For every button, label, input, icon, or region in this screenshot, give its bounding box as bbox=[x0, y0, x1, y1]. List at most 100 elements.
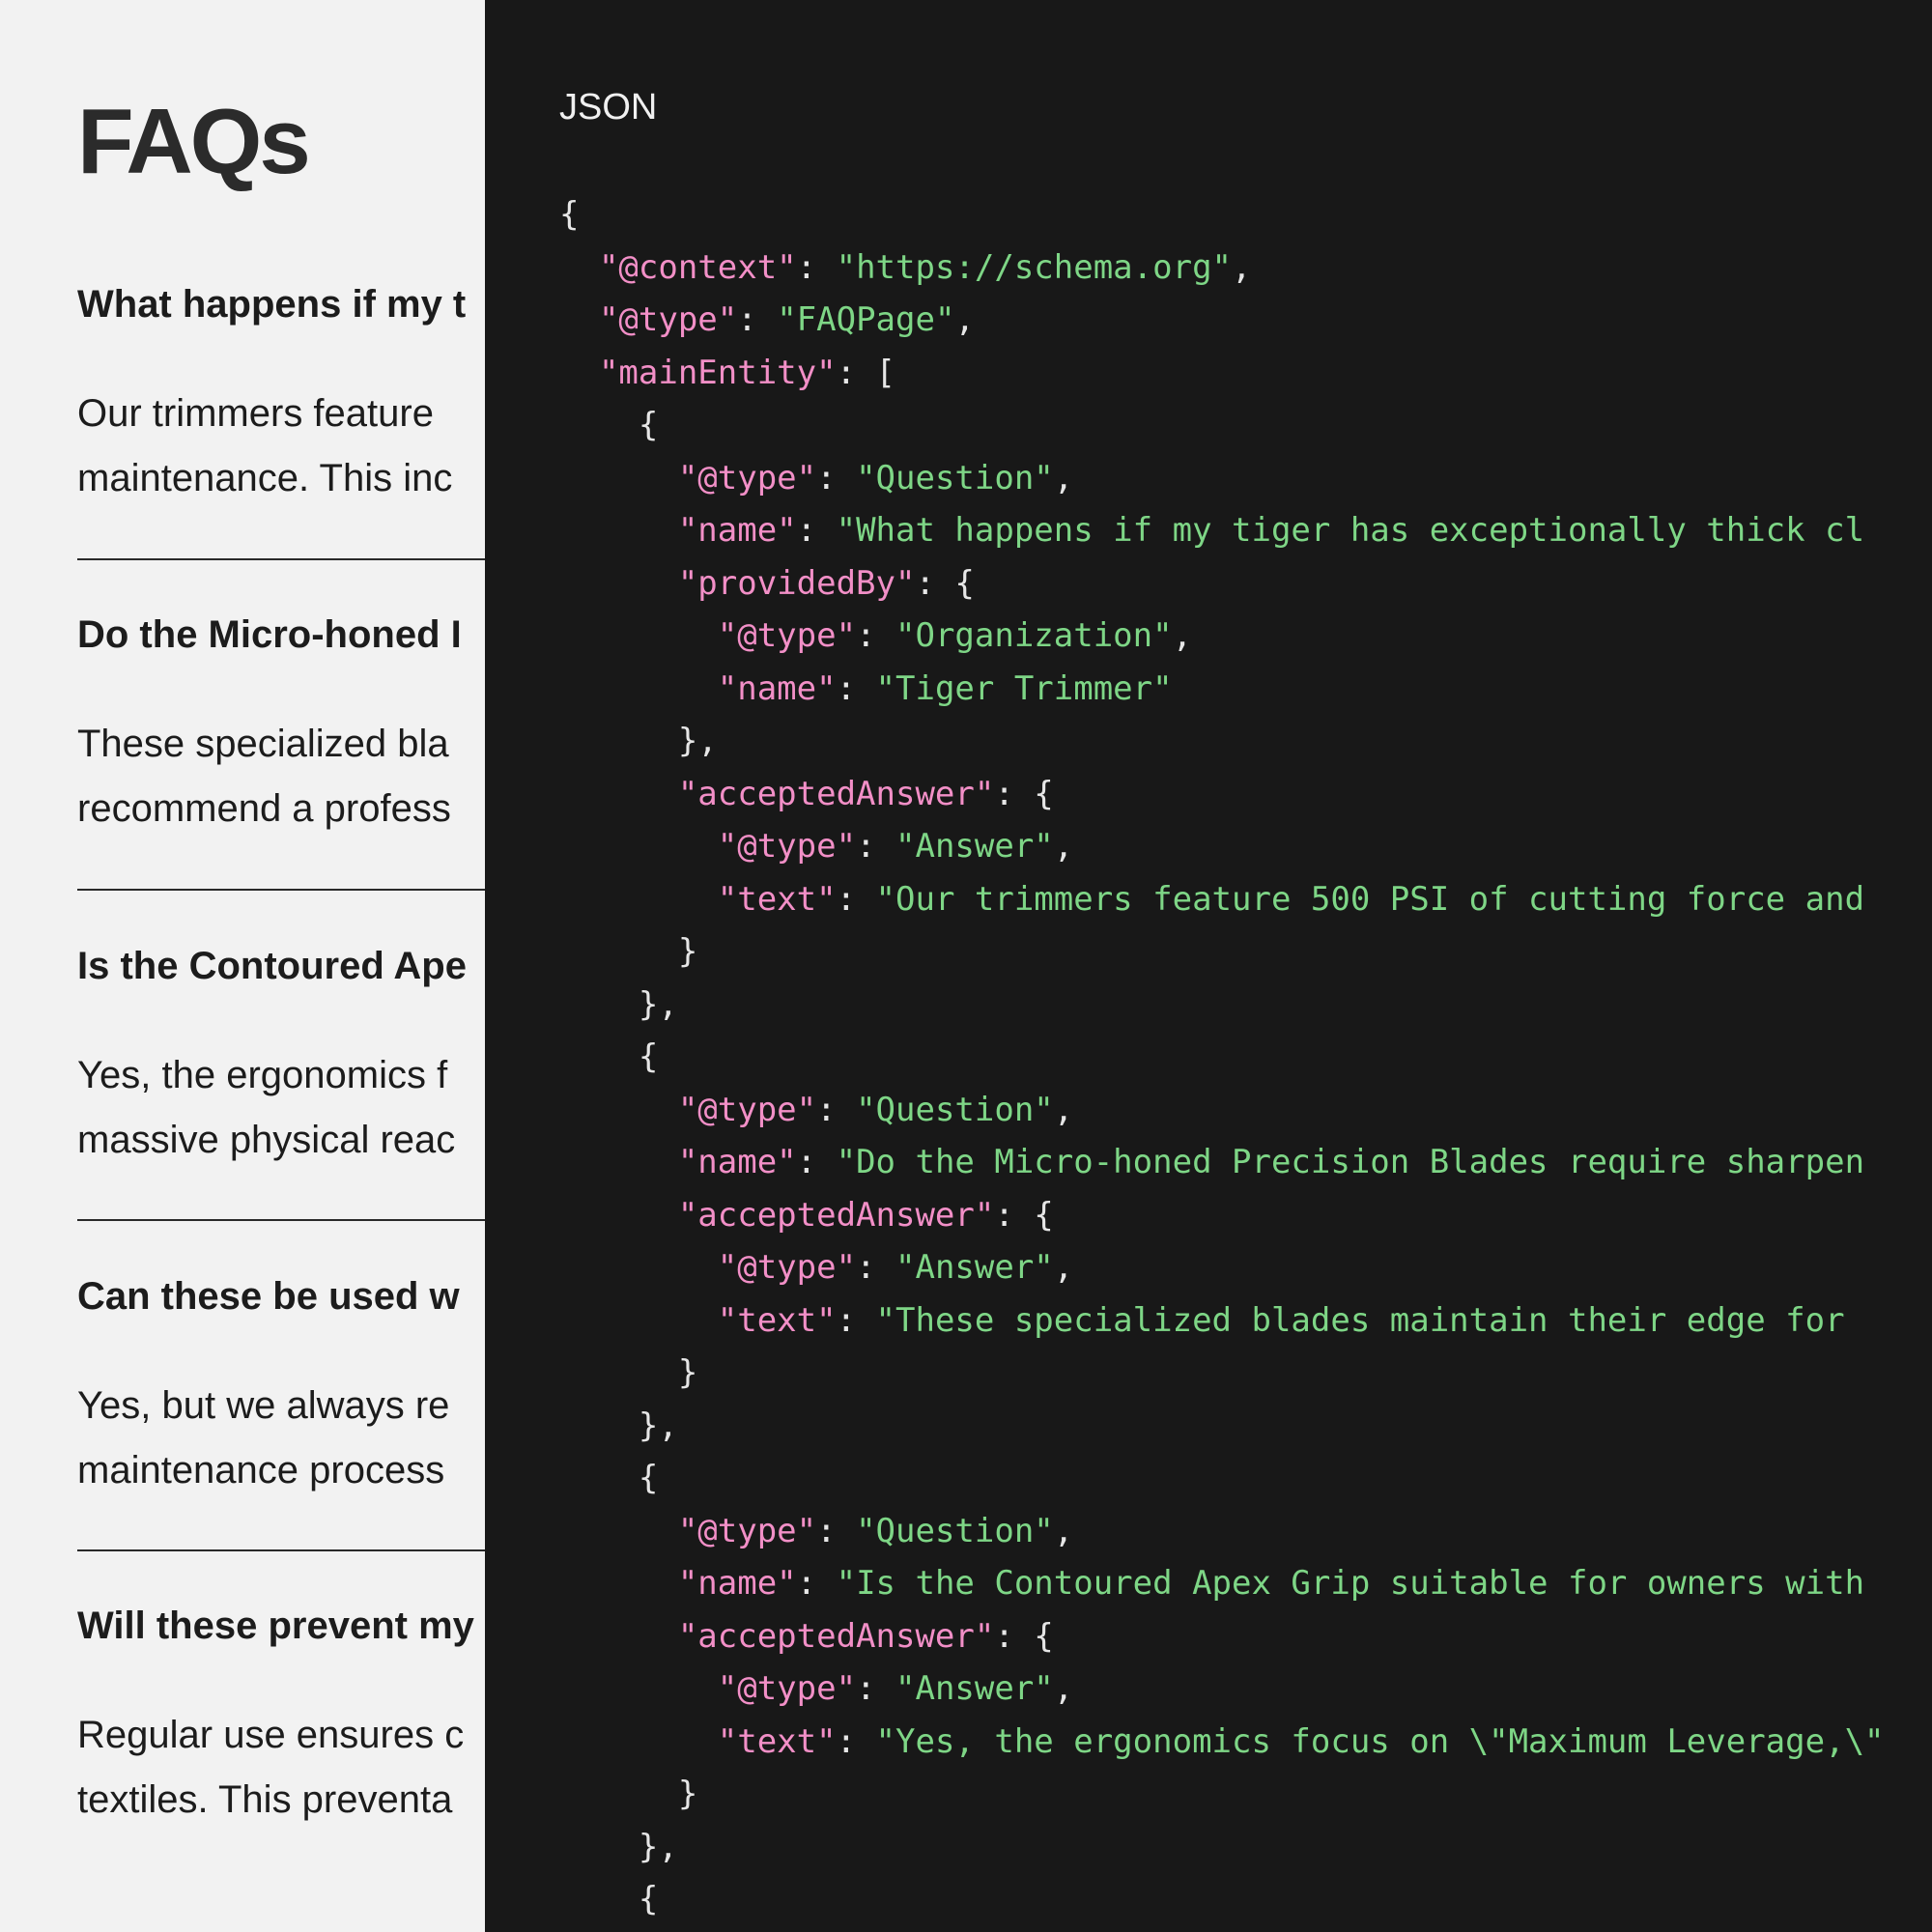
json-punctuation bbox=[559, 1196, 678, 1235]
json-key: "@context" bbox=[598, 247, 797, 287]
json-key: "mainEntity" bbox=[598, 353, 837, 392]
json-punctuation bbox=[559, 300, 599, 339]
faq-divider bbox=[77, 558, 485, 560]
json-key: "@type" bbox=[717, 616, 857, 655]
json-string: "Organization" bbox=[895, 616, 1173, 655]
json-string: "FAQPage" bbox=[777, 300, 955, 339]
faq-question[interactable]: Do the Micro-honed I bbox=[77, 611, 485, 659]
faq-divider bbox=[77, 1549, 485, 1551]
json-punctuation: , bbox=[1053, 1090, 1074, 1129]
code-line: { bbox=[559, 1031, 1885, 1084]
json-punctuation: : [ bbox=[836, 353, 896, 392]
faq-question[interactable]: Will these prevent my bbox=[77, 1602, 485, 1650]
faq-answer-line: textiles. This preventa bbox=[77, 1778, 453, 1821]
json-punctuation: : bbox=[856, 827, 896, 866]
json-punctuation bbox=[559, 1722, 718, 1761]
json-punctuation: { bbox=[559, 406, 659, 444]
json-punctuation: } bbox=[559, 1775, 698, 1813]
json-string: "Our trimmers feature 500 PSI of cutting… bbox=[875, 879, 1865, 919]
faq-answer-line: Yes, the ergonomics f bbox=[77, 1054, 448, 1096]
json-string: "https://schema.org" bbox=[836, 247, 1233, 287]
json-string: "What happens if my tiger has exceptiona… bbox=[836, 511, 1865, 550]
json-punctuation bbox=[559, 248, 599, 287]
json-punctuation bbox=[559, 459, 678, 497]
json-punctuation: , bbox=[1232, 247, 1252, 287]
faq-answer-line: Regular use ensures c bbox=[77, 1714, 465, 1756]
faq-answer-line: maintenance. This inc bbox=[77, 457, 453, 499]
json-punctuation: { bbox=[559, 195, 580, 234]
json-key: "@type" bbox=[598, 300, 738, 339]
json-punctuation: }, bbox=[559, 984, 678, 1024]
code-line: }, bbox=[559, 1821, 1885, 1874]
json-punctuation: }, bbox=[559, 1827, 678, 1866]
faq-item[interactable]: Can these be used w Yes, but we always r… bbox=[77, 1272, 485, 1503]
faq-item[interactable]: Is the Contoured Ape Yes, the ergonomics… bbox=[77, 942, 485, 1173]
faq-answer: Yes, but we always re maintenance proces… bbox=[77, 1374, 485, 1503]
json-string: "These specialized blades maintain their… bbox=[875, 1300, 1845, 1340]
faq-item[interactable]: What happens if my t Our trimmers featur… bbox=[77, 280, 485, 511]
code-line: } bbox=[559, 1347, 1885, 1400]
json-punctuation: , bbox=[1053, 827, 1074, 866]
json-punctuation: : bbox=[856, 1248, 896, 1287]
json-punctuation bbox=[559, 1564, 678, 1603]
json-punctuation: { bbox=[559, 1037, 659, 1076]
json-key: "@type" bbox=[717, 1248, 857, 1287]
json-key: "text" bbox=[717, 1300, 837, 1340]
faq-question[interactable]: Can these be used w bbox=[77, 1272, 485, 1321]
json-punctuation: : { bbox=[994, 1195, 1054, 1235]
json-punctuation: : bbox=[856, 616, 896, 655]
faq-answer-line: Yes, but we always re bbox=[77, 1384, 450, 1427]
json-key: "name" bbox=[677, 1143, 797, 1181]
json-punctuation bbox=[559, 1669, 718, 1708]
code-line: }, bbox=[559, 1400, 1885, 1453]
code-line: "@type": "FAQPage", bbox=[559, 294, 1885, 347]
code-line: "@type": "Answer", bbox=[559, 1241, 1885, 1294]
json-punctuation: } bbox=[559, 1353, 698, 1392]
json-punctuation: { bbox=[559, 1880, 659, 1918]
faq-question[interactable]: What happens if my t bbox=[77, 280, 485, 328]
faq-answer-line: massive physical reac bbox=[77, 1119, 456, 1161]
json-string: "Do the Micro-honed Precision Blades req… bbox=[836, 1143, 1865, 1181]
json-punctuation: , bbox=[1053, 1511, 1074, 1550]
json-string: "Answer" bbox=[895, 827, 1054, 866]
json-key: "@type" bbox=[677, 1090, 817, 1129]
code-line: }, bbox=[559, 979, 1885, 1032]
json-punctuation: : bbox=[796, 1564, 837, 1603]
json-string: "Is the Contoured Apex Grip suitable for… bbox=[836, 1564, 1865, 1603]
code-line: "@type": "Answer", bbox=[559, 820, 1885, 873]
json-punctuation: , bbox=[1053, 458, 1074, 497]
json-punctuation bbox=[559, 827, 718, 866]
json-punctuation bbox=[559, 564, 678, 603]
code-line: } bbox=[559, 1768, 1885, 1821]
json-key: "@type" bbox=[717, 1669, 857, 1708]
code-line: "name": "Do the Micro-honed Precision Bl… bbox=[559, 1136, 1885, 1189]
json-key: "text" bbox=[717, 1721, 837, 1761]
json-punctuation bbox=[559, 511, 678, 550]
json-punctuation: : bbox=[836, 1721, 876, 1761]
faq-divider bbox=[77, 1219, 485, 1221]
code-line: { bbox=[559, 1873, 1885, 1926]
faq-answer-line: These specialized bla bbox=[77, 723, 449, 765]
faq-item[interactable]: Will these prevent my Regular use ensure… bbox=[77, 1602, 485, 1833]
json-punctuation: : bbox=[836, 668, 876, 708]
code-line: "@type": "Question", bbox=[559, 1505, 1885, 1558]
json-string: "Question" bbox=[856, 458, 1054, 497]
json-punctuation: { bbox=[559, 1459, 659, 1497]
json-punctuation: : bbox=[816, 458, 857, 497]
code-line: }, bbox=[559, 715, 1885, 768]
json-punctuation: : { bbox=[994, 774, 1054, 813]
json-punctuation bbox=[559, 1143, 678, 1181]
json-punctuation: : bbox=[856, 1669, 896, 1708]
faq-section: FAQs What happens if my t Our trimmers f… bbox=[0, 0, 485, 1932]
faq-answer: Our trimmers feature maintenance. This i… bbox=[77, 382, 485, 511]
code-line: "text": "Our trimmers feature 500 PSI of… bbox=[559, 873, 1885, 926]
json-code-block[interactable]: { "@context": "https://schema.org", "@ty… bbox=[559, 188, 1885, 1926]
json-punctuation: }, bbox=[559, 1406, 678, 1445]
json-key: "@type" bbox=[677, 458, 817, 497]
faq-item[interactable]: Do the Micro-honed I These specialized b… bbox=[77, 611, 485, 841]
json-punctuation: : bbox=[816, 1511, 857, 1550]
code-line: { bbox=[559, 1452, 1885, 1505]
faq-question[interactable]: Is the Contoured Ape bbox=[77, 942, 485, 990]
faq-answer-line: recommend a profess bbox=[77, 787, 451, 830]
json-punctuation bbox=[559, 616, 718, 655]
